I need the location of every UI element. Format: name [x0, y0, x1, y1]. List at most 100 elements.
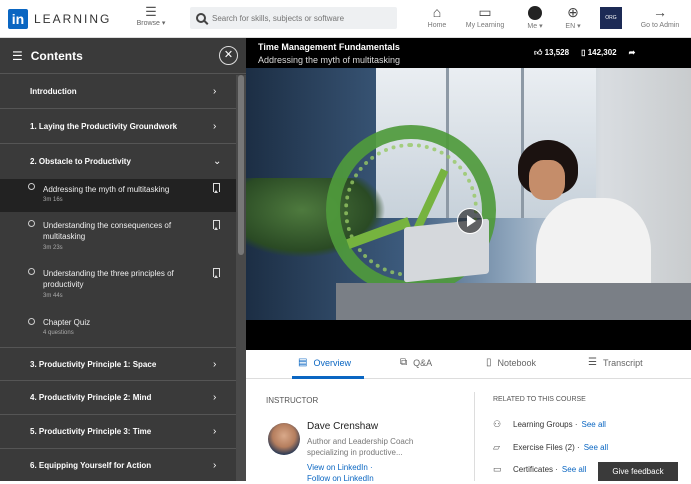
- chevron-right-icon: ›: [213, 392, 217, 403]
- chapter-5[interactable]: 5. Productivity Principle 3: Time ›: [0, 415, 236, 449]
- instructor-name[interactable]: Dave Crenshaw: [307, 421, 378, 432]
- nav-admin-label: Go to Admin: [640, 22, 680, 29]
- quiz-item[interactable]: Chapter Quiz 4 questions: [0, 314, 236, 346]
- chapter-2[interactable]: 2. Obstacle to Productivity ⌄: [0, 144, 236, 178]
- book-icon: ▭: [478, 4, 492, 20]
- share-icon[interactable]: ➦: [629, 48, 636, 58]
- see-all-link[interactable]: See all: [562, 465, 586, 474]
- organization-logo[interactable]: ORG: [600, 7, 622, 29]
- bookmark-icon[interactable]: [213, 183, 220, 193]
- folder-icon: ▱: [493, 442, 500, 452]
- video-title: Addressing the myth of multitasking: [258, 55, 401, 65]
- linkedin-learning-logo[interactable]: in LEARNING: [8, 9, 111, 29]
- course-stats: 👍︎ 13,528 ▯ 142,302 ➦: [534, 48, 635, 58]
- related-exercise-files: ▱ Exercise Files (2) · See all: [493, 442, 608, 453]
- chevron-right-icon: ›: [213, 121, 217, 132]
- chat-icon: ⧉: [400, 357, 408, 368]
- chapter-label: Introduction: [30, 87, 77, 96]
- view-on-linkedin-link[interactable]: View on LinkedIn ·: [307, 462, 374, 473]
- like-button[interactable]: 👍︎ 13,528: [534, 48, 569, 58]
- tab-overview[interactable]: ▤ Overview: [298, 357, 351, 368]
- nav-language[interactable]: ⊕ EN ▾: [560, 4, 586, 30]
- chapter-introduction[interactable]: Introduction ›: [0, 75, 236, 109]
- chapter-1[interactable]: 1. Laying the Productivity Groundwork ›: [0, 110, 236, 144]
- lesson-item-active[interactable]: Addressing the myth of multitasking 3m 1…: [0, 179, 236, 212]
- instructor-section-label: INSTRUCTOR: [266, 396, 319, 405]
- grid-menu-icon: ☰: [145, 4, 157, 19]
- course-tabs: ▤ Overview ⧉ Q&A ▯ Notebook ☰ Transcript: [246, 350, 691, 379]
- progress-circle-icon: [28, 220, 35, 227]
- lesson-item[interactable]: Understanding the consequences of multit…: [0, 216, 220, 262]
- related-label: Learning Groups ·: [513, 420, 578, 429]
- bookmark-icon[interactable]: [213, 220, 220, 230]
- sidebar-scrollbar[interactable]: [236, 75, 246, 481]
- play-button-icon[interactable]: [457, 208, 483, 234]
- scrollbar-thumb[interactable]: [238, 75, 244, 255]
- chevron-right-icon: ›: [213, 426, 217, 437]
- search-box[interactable]: [190, 7, 397, 29]
- list-icon: ☰: [12, 48, 23, 63]
- course-title[interactable]: Time Management Fundamentals: [258, 42, 400, 52]
- search-input[interactable]: [212, 13, 392, 23]
- tab-label: Q&A: [413, 357, 433, 368]
- chevron-right-icon: ›: [213, 358, 217, 370]
- contents-title: Contents: [30, 48, 83, 63]
- browse-label: Browse ▾: [136, 20, 166, 27]
- close-contents-button[interactable]: ✕: [219, 46, 238, 65]
- bookmark-icon: ▯: [581, 48, 588, 57]
- quiz-question-count: 4 questions: [43, 330, 74, 336]
- active-tab-indicator: [292, 376, 364, 379]
- like-count: 13,528: [544, 48, 570, 57]
- video-player[interactable]: Time Management Fundamentals Addressing …: [246, 38, 691, 350]
- top-nav-bar: in LEARNING ☰ Browse ▾ ⌂ Home ▭ My Learn…: [0, 0, 691, 38]
- linkedin-logo-mark: in: [8, 9, 28, 29]
- follow-on-linkedin-link[interactable]: Follow on LinkedIn: [307, 473, 374, 484]
- home-icon: ⌂: [432, 4, 442, 20]
- progress-circle-icon: [28, 318, 35, 325]
- see-all-link[interactable]: See all: [584, 443, 608, 452]
- chevron-right-icon: ›: [213, 86, 217, 97]
- related-label: Certificates ·: [513, 465, 558, 474]
- tab-qa[interactable]: ⧉ Q&A: [400, 357, 432, 368]
- chapter-label: 6. Equipping Yourself for Action: [30, 460, 152, 470]
- lesson-duration: 3m 16s: [43, 197, 63, 203]
- chapter-label: 4. Productivity Principle 2: Mind: [30, 393, 152, 402]
- nav-language-label: EN ▾: [565, 23, 581, 30]
- instructor-avatar[interactable]: [268, 423, 300, 455]
- give-feedback-button[interactable]: Give feedback: [598, 462, 678, 481]
- related-section-label: RELATED TO THIS COURSE: [493, 396, 586, 403]
- lesson-duration: 3m 23s: [43, 245, 63, 251]
- browse-menu-button[interactable]: ☰ Browse ▾: [133, 4, 169, 28]
- tab-notebook[interactable]: ▯ Notebook: [486, 357, 536, 368]
- person-face: [529, 160, 565, 200]
- lesson-duration: 3m 44s: [43, 293, 63, 299]
- video-controls-bar[interactable]: [246, 320, 691, 350]
- tab-label: Transcript: [602, 357, 643, 368]
- video-header: Time Management Fundamentals Addressing …: [246, 38, 691, 68]
- chapter-label: 1. Laying the Productivity Groundwork: [30, 122, 178, 131]
- chapter-6[interactable]: 6. Equipping Yourself for Action ›: [0, 449, 236, 481]
- related-label: Exercise Files (2) ·: [513, 443, 580, 452]
- see-all-link[interactable]: See all: [581, 420, 605, 429]
- nav-me[interactable]: Me ▾: [520, 4, 550, 30]
- chevron-down-icon: ⌄: [213, 155, 222, 167]
- bookmark-icon[interactable]: [213, 268, 220, 278]
- save-button[interactable]: ▯ 142,302: [581, 48, 617, 58]
- chapter-label: 2. Obstacle to Productivity: [30, 156, 131, 166]
- lesson-title: Understanding the three principles of pr…: [43, 269, 174, 289]
- nav-my-learning[interactable]: ▭ My Learning: [462, 4, 508, 29]
- instructor-role: Author and Leadership Coach specializing…: [307, 437, 414, 457]
- chevron-right-icon: ›: [213, 459, 217, 471]
- lesson-item[interactable]: Understanding the three principles of pr…: [0, 264, 220, 310]
- chapter-3[interactable]: 3. Productivity Principle 1: Space ›: [0, 347, 236, 381]
- chapter-4[interactable]: 4. Productivity Principle 2: Mind ›: [0, 381, 236, 415]
- nav-go-to-admin[interactable]: → Go to Admin: [636, 4, 684, 29]
- learning-wordmark: LEARNING: [34, 12, 112, 26]
- nav-home[interactable]: ⌂ Home: [422, 4, 452, 29]
- tab-label: Overview: [313, 357, 351, 368]
- tab-transcript[interactable]: ☰ Transcript: [588, 357, 643, 368]
- chapter-label: 3. Productivity Principle 1: Space: [30, 359, 157, 369]
- lesson-title: Understanding the consequences of multit…: [43, 221, 172, 241]
- overview-icon: ▤: [298, 357, 308, 368]
- section-divider: [474, 392, 475, 481]
